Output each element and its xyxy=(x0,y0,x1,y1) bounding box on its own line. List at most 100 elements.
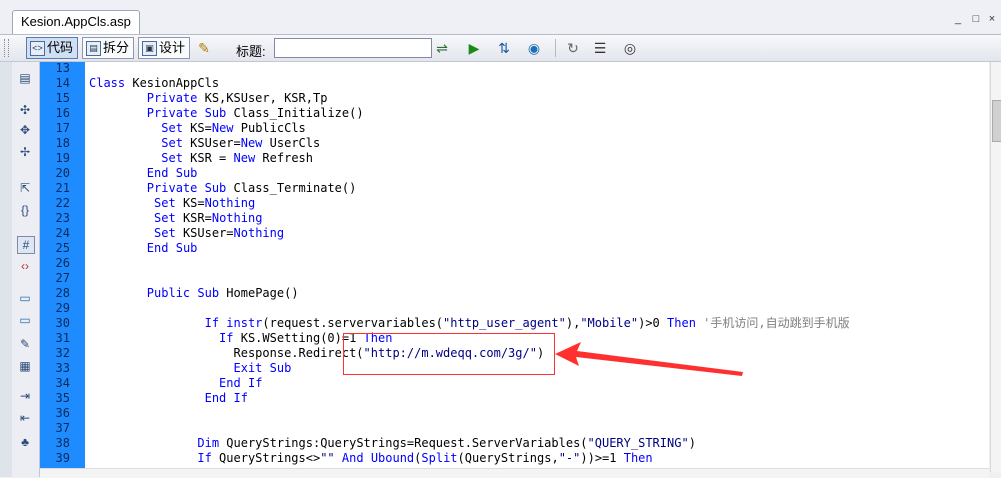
line-number: 39 xyxy=(55,451,70,465)
line-number: 16 xyxy=(55,106,70,120)
code-line[interactable]: 21 Private Sub Class_Terminate() xyxy=(40,181,989,196)
recent-snippets-icon[interactable]: ▦ xyxy=(17,358,33,374)
refresh-design-icon[interactable]: ⇅ xyxy=(494,38,514,58)
line-number: 18 xyxy=(55,136,70,150)
line-number: 25 xyxy=(55,241,70,255)
document-tab[interactable]: Kesion.AppCls.asp xyxy=(12,10,140,34)
line-numbers-icon[interactable]: # xyxy=(17,236,35,254)
code-text[interactable]: Set KSR=Nothing xyxy=(89,211,262,226)
code-text[interactable]: Set KSUser=New UserCls xyxy=(89,136,320,151)
title-label: 标题: xyxy=(236,44,266,59)
code-line[interactable]: 35 End If xyxy=(40,391,989,406)
code-line[interactable]: 30 If instr(request.servervariables("htt… xyxy=(40,316,989,331)
balance-braces-icon[interactable]: {} xyxy=(17,202,33,218)
annotation-arrow-icon xyxy=(555,342,743,376)
line-number: 33 xyxy=(55,361,70,375)
indent-code-icon[interactable]: ⇥ xyxy=(17,388,33,404)
maximize-icon[interactable]: □ xyxy=(969,12,983,26)
code-line[interactable]: 22 Set KS=Nothing xyxy=(40,196,989,211)
design-view-button[interactable]: ▣ 设计 xyxy=(138,37,191,59)
code-line[interactable]: 36 xyxy=(40,406,989,421)
line-number: 20 xyxy=(55,166,70,180)
minimize-icon[interactable]: _ xyxy=(951,12,965,26)
view-options-icon[interactable]: ☰ xyxy=(590,38,610,58)
code-line[interactable]: 15 Private KS,KSUser, KSR,Tp xyxy=(40,91,989,106)
code-text[interactable]: If instr(request.servervariables("http_u… xyxy=(89,316,850,331)
code-line[interactable]: 39 If QueryStrings<>"" And Ubound(Split(… xyxy=(40,451,989,466)
code-text[interactable]: Public Sub HomePage() xyxy=(89,286,299,301)
code-text[interactable]: End Sub xyxy=(89,166,198,181)
code-line[interactable]: 29 xyxy=(40,301,989,316)
code-text[interactable]: Set KSR = New Refresh xyxy=(89,151,313,166)
code-line[interactable]: 37 xyxy=(40,421,989,436)
expand-all-icon[interactable]: ✢ xyxy=(17,144,33,160)
code-view-button[interactable]: <> 代码 xyxy=(26,37,79,59)
code-text[interactable]: Set KSUser=Nothing xyxy=(89,226,284,241)
file-management-icon[interactable]: ⇌ xyxy=(432,38,452,58)
visual-aids-icon[interactable]: ◎ xyxy=(620,38,640,58)
preview-icon[interactable]: ▶ xyxy=(464,38,484,58)
code-text[interactable]: Private Sub Class_Terminate() xyxy=(89,181,357,196)
code-line[interactable]: 34 End If xyxy=(40,376,989,391)
format-source-icon[interactable]: ♣ xyxy=(17,434,33,450)
toolbar-separator xyxy=(555,39,556,57)
line-number: 24 xyxy=(55,226,70,240)
line-number: 26 xyxy=(55,256,70,270)
vertical-scrollbar-thumb[interactable] xyxy=(992,100,1001,142)
code-text[interactable]: Set KS=Nothing xyxy=(89,196,255,211)
line-number: 29 xyxy=(55,301,70,315)
split-view-button[interactable]: ▤ 拆分 xyxy=(82,37,135,59)
outdent-code-icon[interactable]: ⇤ xyxy=(17,410,33,426)
code-line[interactable]: 24 Set KSUser=Nothing xyxy=(40,226,989,241)
select-parent-tag-icon[interactable]: ⇱ xyxy=(17,180,33,196)
remove-comment-icon[interactable]: ▭ xyxy=(17,312,33,328)
code-line[interactable]: 17 Set KS=New PublicCls xyxy=(40,121,989,136)
code-line[interactable]: 19 Set KSR = New Refresh xyxy=(40,151,989,166)
browser-preview-icon[interactable]: ◉ xyxy=(524,38,544,58)
split-view-label: 拆分 xyxy=(103,40,130,55)
vertical-scrollbar[interactable] xyxy=(990,62,1001,472)
wrap-tag-icon[interactable]: ✎ xyxy=(17,336,33,352)
code-line[interactable]: 13 xyxy=(40,62,989,76)
close-icon[interactable]: × xyxy=(985,12,999,26)
code-editor[interactable]: 13 14 Class KesionAppCls 15 Private KS,KSUs… xyxy=(40,62,989,472)
line-number: 19 xyxy=(55,151,70,165)
live-view-icon[interactable]: ✎ xyxy=(194,38,214,58)
toolbar-grip[interactable] xyxy=(4,39,9,57)
code-line[interactable]: 20 End Sub xyxy=(40,166,989,181)
code-line[interactable]: 14 Class KesionAppCls xyxy=(40,76,989,91)
code-line[interactable]: 27 xyxy=(40,271,989,286)
code-view-label: 代码 xyxy=(47,40,74,55)
apply-comment-icon[interactable]: ▭ xyxy=(17,290,33,306)
code-line[interactable]: 18 Set KSUser=New UserCls xyxy=(40,136,989,151)
code-text[interactable]: Set KS=New PublicCls xyxy=(89,121,306,136)
code-line[interactable]: 28 Public Sub HomePage() xyxy=(40,286,989,301)
collapse-selection-icon[interactable]: ✥ xyxy=(17,122,33,138)
code-line[interactable]: 16 Private Sub Class_Initialize() xyxy=(40,106,989,121)
code-text[interactable]: Dim QueryStrings:QueryStrings=Request.Se… xyxy=(89,436,696,451)
document-toolbar: <> 代码 ▤ 拆分 ▣ 设计 ✎ 标题: ⇌ ▶ ⇅ ◉ ↻ ☰ ◎ xyxy=(0,35,1001,62)
code-line[interactable]: 26 xyxy=(40,256,989,271)
highlight-invalid-code-icon[interactable]: ‹› xyxy=(17,258,33,274)
coding-toolbar: ▤ ✣ ✥ ✢ ⇱ {} # ‹› ▭ ▭ ✎ ▦ ⇥ ⇤ ♣ xyxy=(12,62,40,477)
collapse-tag-icon[interactable]: ✣ xyxy=(17,102,33,118)
code-text[interactable]: Exit Sub xyxy=(89,361,292,376)
code-text[interactable]: End If xyxy=(89,376,262,391)
refresh-icon[interactable]: ↻ xyxy=(563,38,583,58)
design-view-label: 设计 xyxy=(159,40,186,55)
open-documents-icon[interactable]: ▤ xyxy=(17,70,33,86)
code-text[interactable]: End Sub xyxy=(89,241,198,256)
line-number: 15 xyxy=(55,91,70,105)
line-number: 31 xyxy=(55,331,70,345)
code-text[interactable]: Class KesionAppCls xyxy=(89,76,219,91)
line-number: 37 xyxy=(55,421,70,435)
code-text[interactable]: If QueryStrings<>"" And Ubound(Split(Que… xyxy=(89,451,652,466)
line-number: 34 xyxy=(55,376,70,390)
code-text[interactable]: End If xyxy=(89,391,248,406)
code-text[interactable]: Private KS,KSUser, KSR,Tp xyxy=(89,91,328,106)
code-line[interactable]: 23 Set KSR=Nothing xyxy=(40,211,989,226)
title-input[interactable] xyxy=(274,38,432,58)
code-text[interactable]: Private Sub Class_Initialize() xyxy=(89,106,364,121)
code-line[interactable]: 25 End Sub xyxy=(40,241,989,256)
code-line[interactable]: 38 Dim QueryStrings:QueryStrings=Request… xyxy=(40,436,989,451)
